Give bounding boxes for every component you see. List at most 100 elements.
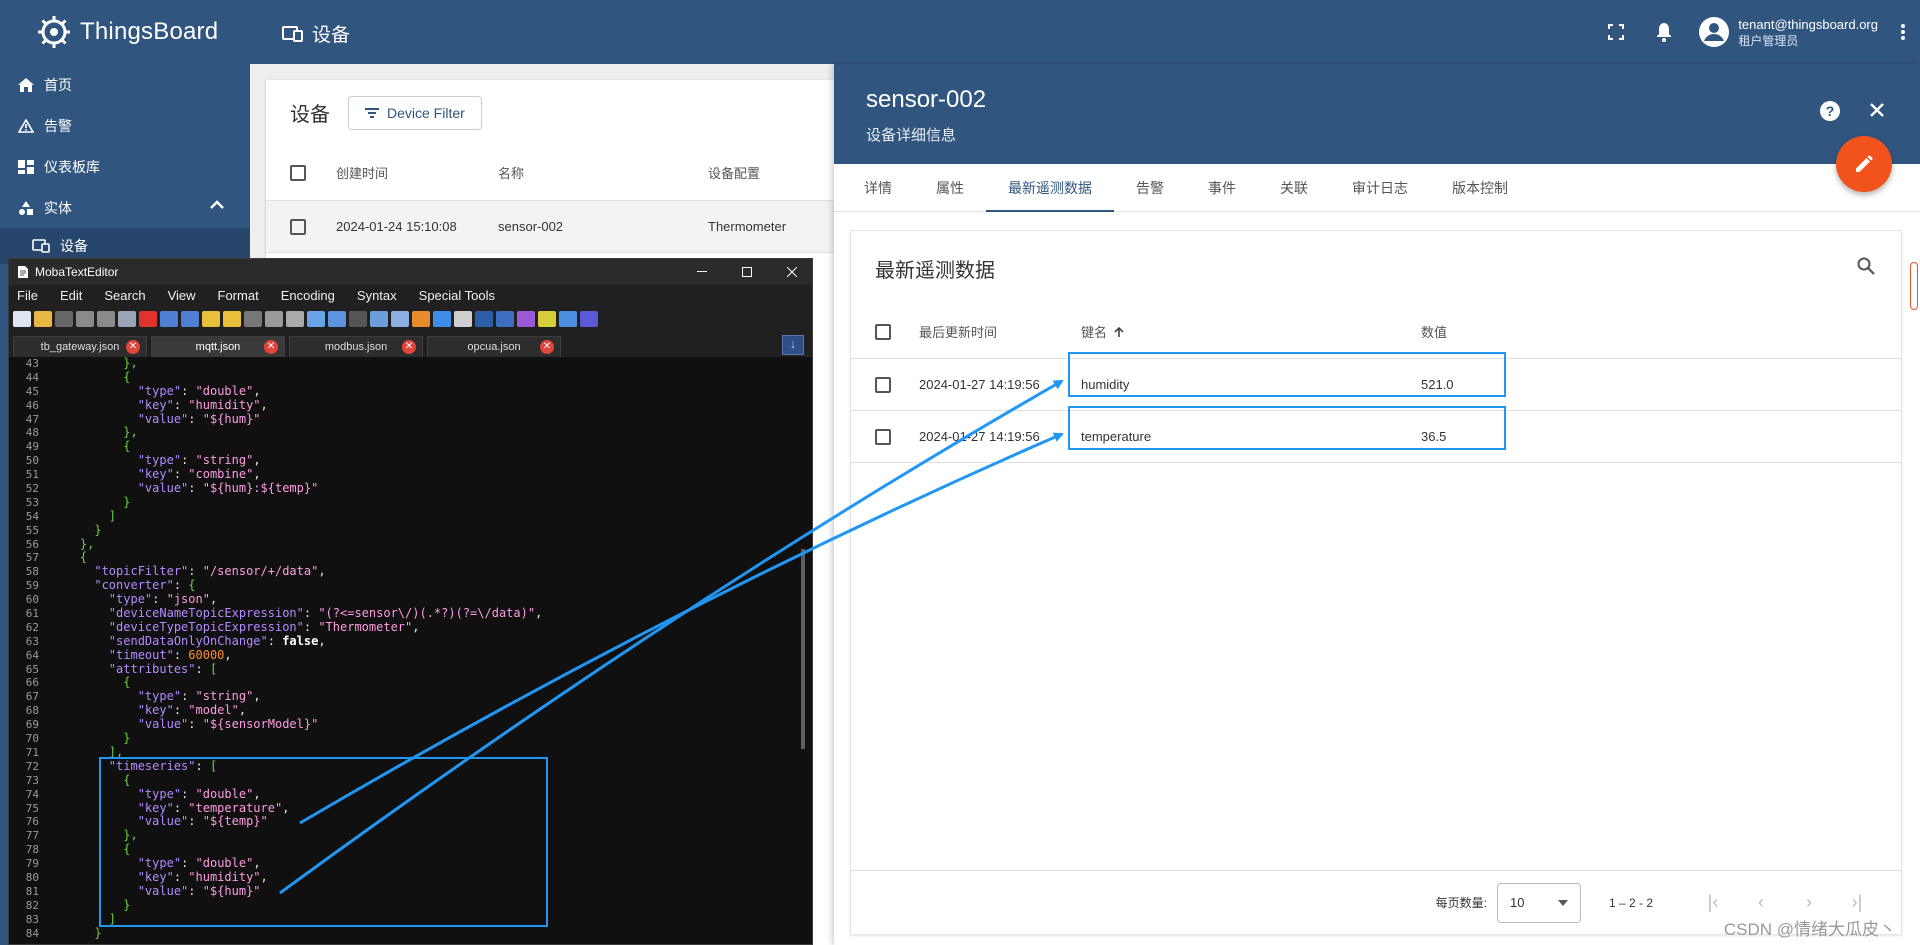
replace-icon[interactable] — [328, 311, 346, 327]
close-window-icon[interactable] — [769, 259, 814, 285]
outdent-icon[interactable] — [181, 311, 199, 327]
page-size-select[interactable]: 10 — [1496, 882, 1581, 923]
chevron-up-icon[interactable] — [210, 200, 224, 210]
row-created-time: 2024-01-24 15:10:08 — [336, 219, 457, 234]
user-menu[interactable]: tenant@thingsboard.org 租户管理员 — [1698, 16, 1878, 49]
download-arrow-icon[interactable]: ↓ — [782, 335, 804, 355]
copy-icon[interactable] — [265, 311, 283, 327]
notifications-bell-icon[interactable] — [1640, 8, 1688, 56]
app-logo[interactable]: ThingsBoard — [0, 0, 250, 64]
page-title-text: 设备 — [312, 25, 351, 46]
maximize-icon[interactable] — [724, 259, 769, 285]
menu-view[interactable]: View — [168, 288, 196, 303]
close-file-icon[interactable] — [139, 311, 157, 327]
tab-events[interactable]: 事件 — [1186, 164, 1258, 211]
linux-icon[interactable] — [454, 311, 472, 327]
wrap-icon[interactable] — [475, 311, 493, 327]
split-icon[interactable] — [391, 311, 409, 327]
tab-opcua-json[interactable]: opcua.json ✕ — [427, 336, 561, 357]
paste-icon[interactable] — [286, 311, 304, 327]
print-icon[interactable] — [118, 311, 136, 327]
column-key[interactable]: 键名 — [1081, 322, 1421, 341]
column-created-time[interactable]: 创建时间 — [336, 163, 498, 182]
more-vert-icon[interactable] — [1886, 8, 1920, 56]
indent-icon[interactable] — [160, 311, 178, 327]
column-value[interactable]: 数值 — [1421, 322, 1621, 341]
edit-fab-button[interactable] — [1836, 136, 1892, 192]
open-folder-icon[interactable] — [34, 311, 52, 327]
save-icon[interactable] — [76, 311, 94, 327]
cut-icon[interactable] — [244, 311, 262, 327]
tab-modbus-json[interactable]: modbus.json ✕ — [289, 336, 423, 357]
scrollbar[interactable] — [1910, 262, 1918, 310]
new-file-icon[interactable] — [13, 311, 31, 327]
close-tab-icon[interactable]: ✕ — [540, 340, 554, 354]
menu-format[interactable]: Format — [218, 288, 259, 303]
tab-version-control[interactable]: 版本控制 — [1430, 164, 1530, 211]
tab-mqtt-json[interactable]: mqtt.json ✕ — [151, 336, 285, 357]
tab-audit-logs[interactable]: 审计日志 — [1330, 164, 1430, 211]
sidebar-item-alarms[interactable]: 告警 — [0, 105, 250, 146]
editor-titlebar: MobaTextEditor — [9, 259, 812, 285]
prev-page-icon[interactable]: ‹ — [1737, 892, 1785, 913]
help-icon[interactable]: ? — [1819, 100, 1841, 122]
editor-title: MobaTextEditor — [35, 265, 119, 279]
entities-icon — [19, 200, 33, 215]
telemetry-table-header: 最后更新时间 键名 数值 — [851, 305, 1901, 359]
windows-icon[interactable] — [412, 311, 430, 327]
first-page-icon[interactable]: |‹ — [1689, 892, 1737, 913]
menu-edit[interactable]: Edit — [60, 288, 82, 303]
close-tab-icon[interactable]: ✕ — [402, 340, 416, 354]
menu-special-tools[interactable]: Special Tools — [419, 288, 495, 303]
menu-encoding[interactable]: Encoding — [281, 288, 335, 303]
apple-icon[interactable] — [433, 311, 451, 327]
x-tool-icon[interactable] — [580, 311, 598, 327]
close-icon[interactable] — [1869, 102, 1885, 118]
last-page-icon[interactable]: ›| — [1833, 892, 1881, 913]
menu-syntax[interactable]: Syntax — [357, 288, 397, 303]
search-icon[interactable] — [1857, 257, 1875, 275]
highlight-icon[interactable] — [538, 311, 556, 327]
reload-icon[interactable] — [55, 311, 73, 327]
next-page-icon[interactable]: › — [1785, 892, 1833, 913]
select-all-checkbox[interactable] — [875, 323, 891, 340]
find-icon[interactable] — [307, 311, 325, 327]
save-all-icon[interactable] — [97, 311, 115, 327]
select-all-checkbox[interactable] — [290, 164, 306, 181]
pencil-icon — [1856, 155, 1873, 172]
menu-search[interactable]: Search — [104, 288, 145, 303]
row-checkbox[interactable] — [875, 376, 891, 393]
column-last-update[interactable]: 最后更新时间 — [919, 322, 1081, 341]
tab-details[interactable]: 详情 — [842, 164, 914, 211]
minimize-icon[interactable] — [679, 259, 724, 285]
goto-icon[interactable] — [349, 311, 367, 327]
editor-tabs: tb_gateway.json ✕ mqtt.json ✕ modbus.json ✕… — [9, 333, 812, 357]
sidebar-item-home[interactable]: 首页 — [0, 64, 250, 105]
device-filter-button[interactable]: Device Filter — [348, 95, 482, 130]
column-device-profile[interactable]: 设备配置 — [708, 163, 828, 182]
tab-latest-telemetry[interactable]: 最新遥测数据 — [986, 164, 1114, 212]
bookmark-next-icon[interactable] — [223, 311, 241, 327]
close-tab-icon[interactable]: ✕ — [264, 340, 278, 354]
row-device-name: sensor-002 — [498, 219, 564, 234]
tab-tb-gateway-json[interactable]: tb_gateway.json ✕ — [13, 336, 147, 357]
editor-scrollbar[interactable] — [801, 549, 805, 749]
tab-alarms[interactable]: 告警 — [1114, 164, 1186, 211]
column-name[interactable]: 名称 — [498, 163, 708, 182]
line-numbers-icon[interactable] — [496, 311, 514, 327]
sidebar-item-entities[interactable]: 实体 — [0, 187, 250, 228]
settings-icon[interactable] — [559, 311, 577, 327]
pilcrow-icon[interactable] — [517, 311, 535, 327]
fullscreen-icon[interactable] — [1592, 8, 1640, 56]
editor-menubar: File Edit Search View Format Encoding Sy… — [9, 285, 812, 305]
row-checkbox[interactable] — [875, 428, 891, 445]
tab-relations[interactable]: 关联 — [1258, 164, 1330, 211]
compare-icon[interactable] — [370, 311, 388, 327]
sidebar-item-dashboards[interactable]: 仪表板库 — [0, 146, 250, 187]
close-tab-icon[interactable]: ✕ — [126, 340, 140, 354]
row-checkbox[interactable] — [290, 218, 306, 235]
bookmark-icon[interactable] — [202, 311, 220, 327]
tab-attributes[interactable]: 属性 — [914, 164, 986, 211]
table-row[interactable]: 2024-01-24 15:10:08 sensor-002 Thermomet… — [266, 201, 846, 253]
menu-file[interactable]: File — [17, 288, 38, 303]
